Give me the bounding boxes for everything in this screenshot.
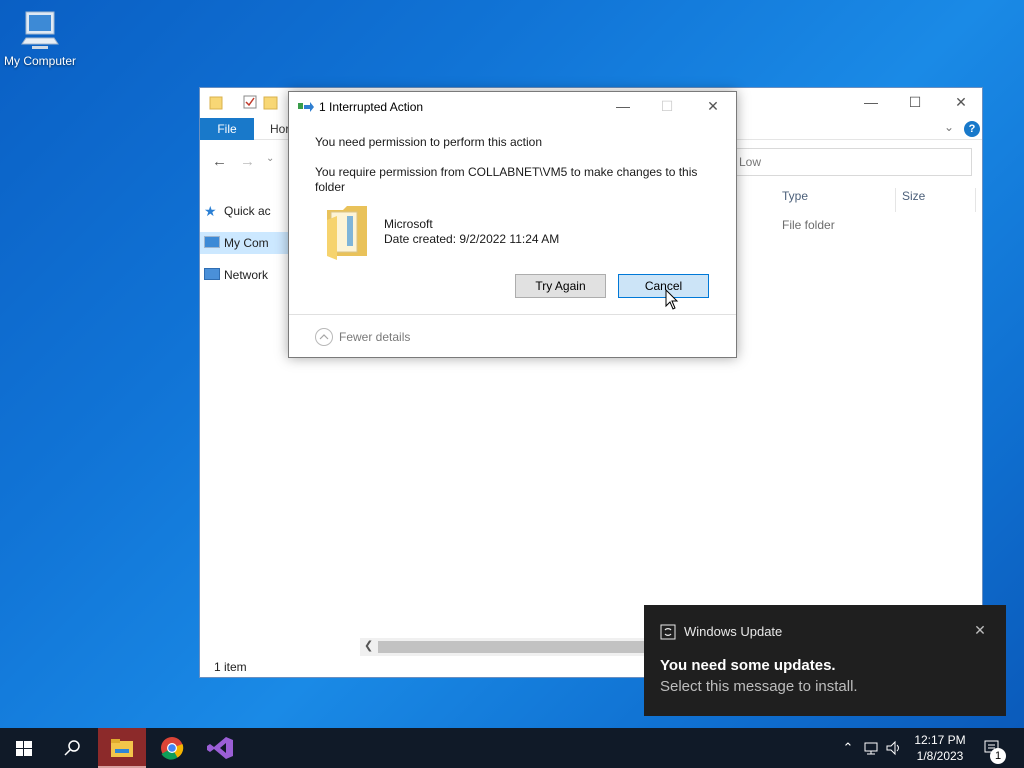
- mouse-cursor-icon: [665, 289, 679, 310]
- tab-file[interactable]: File: [200, 118, 254, 140]
- dialog-minimize-button[interactable]: —: [600, 92, 646, 122]
- star-icon: ★: [204, 203, 217, 219]
- properties-icon[interactable]: [242, 94, 258, 110]
- scroll-left-icon[interactable]: ❮: [364, 639, 373, 652]
- dialog-heading: You need permission to perform this acti…: [315, 135, 543, 149]
- nav-item-label: Network: [224, 268, 269, 282]
- scrollbar-thumb[interactable]: [378, 641, 650, 653]
- status-bar-text: 1 item: [214, 660, 247, 674]
- column-header-type[interactable]: Type: [776, 188, 896, 212]
- tray-chevron-up-icon[interactable]: ⌃: [838, 738, 858, 758]
- desktop-icon-my-computer[interactable]: My Computer: [0, 8, 80, 68]
- clock-date: 1/8/2023: [916, 749, 964, 763]
- nav-item-label: Quick ac: [224, 204, 271, 218]
- search-button[interactable]: [48, 728, 96, 768]
- minimize-button[interactable]: —: [848, 88, 894, 118]
- close-button[interactable]: ✕: [938, 88, 984, 118]
- dialog-close-button[interactable]: ✕: [690, 92, 736, 122]
- chevron-down-icon[interactable]: ⌄: [944, 120, 954, 134]
- nav-item-my-computer[interactable]: My Com: [200, 232, 300, 254]
- toast-title: You need some updates.: [660, 657, 836, 674]
- notification-count-badge: 1: [990, 748, 1006, 764]
- volume-icon[interactable]: [884, 738, 904, 758]
- toast-app-name: Windows Update: [684, 624, 783, 639]
- column-header-size[interactable]: Size: [896, 188, 976, 212]
- taskbar-clock[interactable]: 12:17 PM 1/8/2023: [912, 732, 968, 764]
- nav-item-network[interactable]: Network: [200, 264, 300, 286]
- file-move-icon: [298, 102, 314, 112]
- taskbar-file-explorer[interactable]: [98, 728, 146, 768]
- network-icon[interactable]: [861, 738, 881, 758]
- folder-icon: [209, 96, 223, 110]
- dialog-maximize-button: ☐: [660, 98, 674, 114]
- horizontal-scrollbar[interactable]: ❮: [360, 638, 650, 656]
- taskbar-chrome[interactable]: [148, 728, 196, 768]
- recent-locations-icon[interactable]: ⌄: [266, 153, 274, 164]
- folder-icon: [327, 206, 367, 260]
- navigation-pane: ★ Quick ac My Com Network: [200, 188, 300, 388]
- folder-date: Date created: 9/2/2022 11:24 AM: [384, 232, 560, 246]
- folder-name: Microsoft: [384, 217, 433, 231]
- folder-icon: [111, 739, 133, 757]
- network-icon: [204, 268, 220, 280]
- windows-logo-icon: [16, 741, 32, 756]
- windows-update-toast[interactable]: Windows Update ✕ You need some updates. …: [644, 605, 1006, 716]
- chevron-up-icon[interactable]: [315, 328, 333, 346]
- computer-icon: [21, 11, 59, 49]
- back-arrow-icon[interactable]: ←: [212, 153, 227, 170]
- cancel-button[interactable]: Cancel: [618, 274, 709, 298]
- update-icon: [660, 624, 676, 640]
- maximize-button[interactable]: ☐: [892, 88, 938, 118]
- nav-item-label: My Com: [224, 236, 269, 250]
- help-icon[interactable]: ?: [964, 121, 980, 137]
- dialog-message: You require permission from COLLABNET\VM…: [315, 165, 698, 194]
- toast-message: Select this message to install.: [660, 678, 858, 695]
- search-icon: [64, 740, 80, 756]
- taskbar: ⌃ 12:17 PM 1/8/2023 1: [0, 728, 1024, 768]
- dialog-title: 1 Interrupted Action: [319, 100, 424, 114]
- fewer-details-link[interactable]: Fewer details: [339, 330, 410, 344]
- chrome-icon: [161, 737, 184, 760]
- new-folder-icon[interactable]: [263, 94, 279, 110]
- desktop-icon-label: My Computer: [3, 54, 77, 68]
- interrupted-action-dialog: 1 Interrupted Action — ☐ ✕ You need perm…: [288, 91, 737, 358]
- taskbar-visual-studio[interactable]: [196, 728, 244, 768]
- toast-close-icon[interactable]: ✕: [970, 620, 990, 640]
- tab-home[interactable]: Hor: [270, 118, 289, 140]
- search-input[interactable]: Low: [732, 148, 972, 176]
- nav-item-quick-access[interactable]: ★ Quick ac: [200, 200, 300, 222]
- computer-icon: [204, 236, 220, 248]
- row-type-cell: File folder: [782, 218, 835, 232]
- visual-studio-icon: [207, 737, 233, 759]
- start-button[interactable]: [0, 728, 48, 768]
- dialog-separator: [289, 314, 736, 315]
- forward-arrow-icon[interactable]: →: [240, 153, 255, 170]
- clock-time: 12:17 PM: [914, 733, 966, 747]
- try-again-button[interactable]: Try Again: [515, 274, 606, 298]
